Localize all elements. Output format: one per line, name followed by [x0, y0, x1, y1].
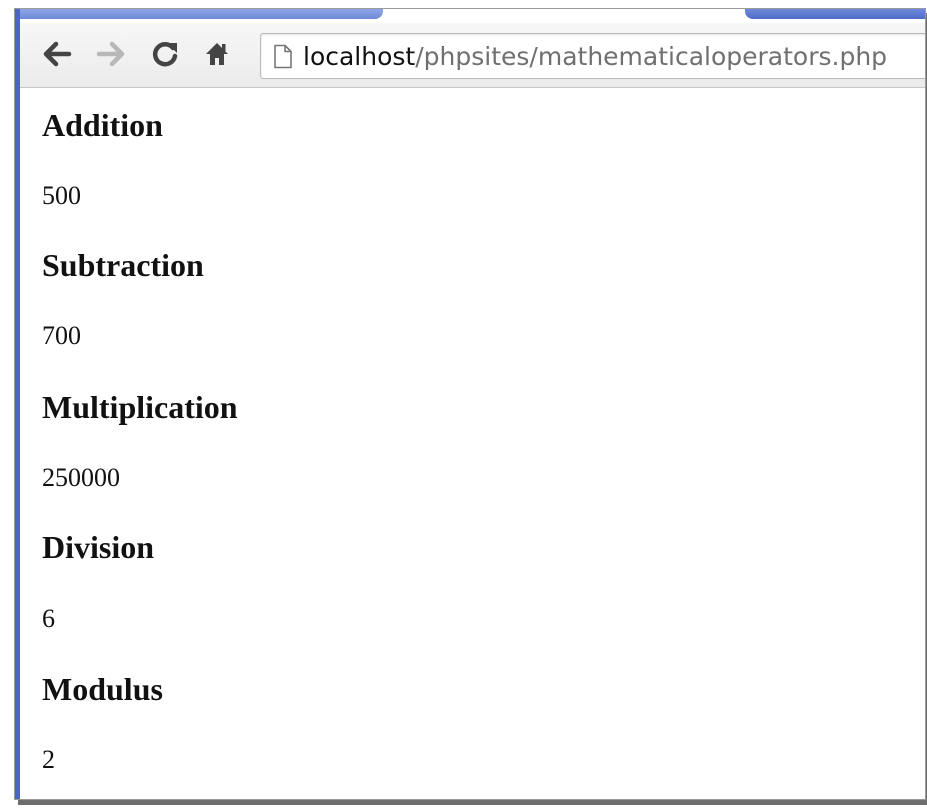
back-button[interactable] — [40, 37, 74, 71]
tab-strip — [15, 9, 925, 23]
back-icon — [42, 41, 72, 67]
browser-toolbar: localhost/phpsites/mathematicaloperators… — [20, 23, 925, 88]
forward-icon — [96, 41, 126, 67]
address-bar[interactable]: localhost/phpsites/mathematicaloperators… — [260, 33, 925, 79]
forward-button[interactable] — [94, 37, 128, 71]
value-modulus: 2 — [42, 745, 55, 774]
heading-modulus: Modulus — [42, 671, 163, 707]
heading-subtraction: Subtraction — [42, 247, 204, 283]
window-left-border — [15, 9, 20, 799]
tab-inactive[interactable] — [745, 9, 925, 19]
reload-button[interactable] — [148, 37, 182, 71]
home-button[interactable] — [200, 37, 234, 71]
heading-addition: Addition — [42, 107, 163, 143]
value-addition: 500 — [42, 181, 81, 210]
heading-multiplication: Multiplication — [42, 389, 238, 425]
page-content: Addition 500 Subtraction 700 Multiplicat… — [42, 89, 925, 799]
url-path: /phpsites/mathematicaloperators.php — [415, 41, 888, 71]
reload-icon — [150, 39, 180, 69]
page-icon — [273, 44, 293, 69]
url-host: localhost — [303, 41, 416, 71]
tab-active[interactable] — [15, 9, 383, 19]
browser-window: localhost/phpsites/mathematicaloperators… — [14, 8, 926, 800]
value-multiplication: 250000 — [42, 463, 120, 492]
home-icon — [203, 40, 231, 68]
value-subtraction: 700 — [42, 321, 81, 350]
heading-division: Division — [42, 529, 155, 565]
value-division: 6 — [42, 604, 55, 633]
